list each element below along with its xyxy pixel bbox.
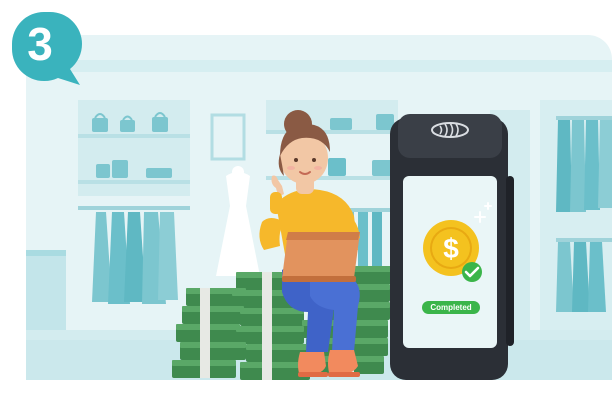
coin-currency-symbol: $ [443, 233, 459, 264]
step-number: 3 [27, 18, 53, 70]
pos-terminal: $ [390, 114, 514, 380]
payment-status-badge: Completed [422, 301, 480, 314]
left-counter [26, 250, 66, 330]
left-shelf-unit [78, 100, 190, 196]
store-scene: $ [12, 12, 612, 380]
store-wall-band [26, 60, 612, 72]
illustration-stage: $ 3 Completed [0, 0, 612, 393]
check-icon [462, 262, 482, 282]
right-clothing-rack [540, 100, 612, 330]
